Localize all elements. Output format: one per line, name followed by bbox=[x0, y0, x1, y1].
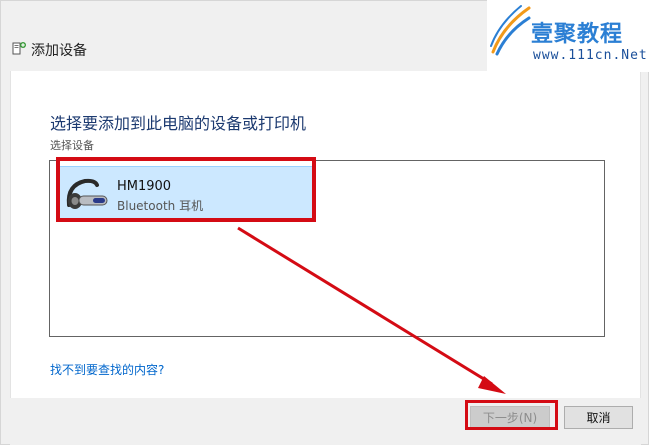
watermark-brand-text: 壹聚教程 bbox=[531, 22, 624, 47]
help-link[interactable]: 找不到要查找的内容? bbox=[50, 361, 164, 378]
device-highlight-box bbox=[56, 157, 316, 222]
content-panel: 选择要添加到此电脑的设备或打印机 选择设备 HM1900 Bluetooth 耳… bbox=[10, 71, 641, 398]
device-list-label: 选择设备 bbox=[50, 139, 94, 152]
watermark-logo: 壹聚教程 www.111cn.Net bbox=[487, 0, 649, 72]
next-button-highlight-box bbox=[465, 400, 558, 430]
window-title: 添加设备 bbox=[31, 43, 87, 59]
cancel-button[interactable]: 取消 bbox=[564, 406, 633, 429]
page-heading: 选择要添加到此电脑的设备或打印机 bbox=[50, 114, 307, 133]
add-device-icon bbox=[12, 42, 26, 55]
brand-swoosh-icon bbox=[490, 5, 531, 56]
watermark-url: www.111cn.Net bbox=[533, 48, 648, 63]
